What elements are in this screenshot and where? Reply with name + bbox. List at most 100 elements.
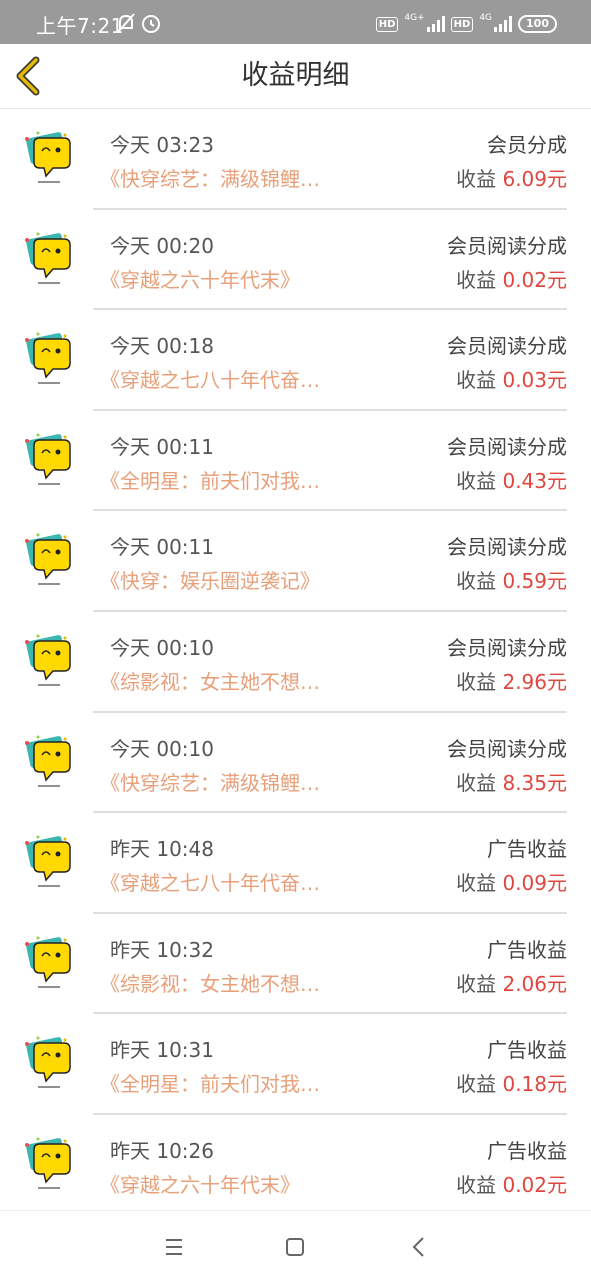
amount-value: 0.18元 bbox=[502, 1072, 567, 1097]
home-square-icon bbox=[286, 1238, 304, 1256]
menu-icon bbox=[166, 1239, 182, 1255]
earning-type: 会员阅读分成 bbox=[447, 334, 567, 359]
earning-type: 广告收益 bbox=[487, 1038, 567, 1063]
hd-badge-2: HD bbox=[450, 16, 474, 32]
yellow-speech-bubble-icon bbox=[25, 1137, 71, 1189]
earning-label: 收益 bbox=[456, 468, 497, 493]
avatar bbox=[20, 934, 76, 992]
earning-label: 收益 bbox=[456, 871, 497, 896]
earning-label: 收益 bbox=[456, 368, 497, 393]
earning-row[interactable]: 今天 00:20 会员阅读分成 《穿越之六十年代末》 收益 0.02元 bbox=[0, 210, 591, 311]
earning-row[interactable]: 昨天 10:48 广告收益 《穿越之七八十年代奋… 收益 0.09元 bbox=[0, 813, 591, 914]
earning-label: 收益 bbox=[456, 770, 497, 795]
status-right-icons: HD 4G+ HD 4G 100 bbox=[375, 12, 557, 36]
earning-amount: 收益 0.43元 bbox=[456, 465, 567, 494]
earning-label: 收益 bbox=[456, 971, 497, 996]
earning-time: 今天 00:10 bbox=[110, 635, 214, 660]
yellow-speech-bubble-icon bbox=[25, 735, 71, 787]
earning-type: 广告收益 bbox=[487, 1138, 567, 1163]
earning-amount: 收益 0.18元 bbox=[456, 1068, 567, 1097]
hd-badge: HD bbox=[375, 16, 399, 32]
earning-time: 昨天 10:26 bbox=[110, 1138, 214, 1163]
avatar bbox=[20, 330, 76, 388]
system-back-button[interactable] bbox=[403, 1231, 435, 1263]
book-title: 《综影视：女主她不想… bbox=[100, 669, 320, 694]
book-title: 《全明星：前夫们对我… bbox=[100, 1072, 320, 1097]
earning-label: 收益 bbox=[456, 1072, 497, 1097]
amount-value: 0.43元 bbox=[502, 468, 567, 493]
earning-label: 收益 bbox=[456, 1172, 497, 1197]
status-bar: 上午7:21 HD 4G+ HD 4G 100 bbox=[0, 0, 591, 44]
earning-type: 会员阅读分成 bbox=[447, 233, 567, 258]
book-title: 《穿越之六十年代末》 bbox=[100, 1172, 300, 1197]
earning-row[interactable]: 昨天 10:32 广告收益 《综影视：女主她不想… 收益 2.06元 bbox=[0, 914, 591, 1015]
earning-row[interactable]: 今天 00:18 会员阅读分成 《穿越之七八十年代奋… 收益 0.03元 bbox=[0, 310, 591, 411]
chevron-left-icon bbox=[16, 56, 40, 96]
yellow-speech-bubble-icon bbox=[25, 634, 71, 686]
earning-amount: 收益 0.02元 bbox=[456, 264, 567, 293]
earning-type: 会员分成 bbox=[487, 133, 567, 157]
system-nav-bar bbox=[0, 1210, 591, 1281]
avatar bbox=[20, 1034, 76, 1092]
earning-time: 今天 00:20 bbox=[110, 233, 214, 258]
earning-row[interactable]: 今天 00:10 会员阅读分成 《快穿综艺：满级锦鲤… 收益 8.35元 bbox=[0, 713, 591, 814]
earning-label: 收益 bbox=[456, 267, 497, 292]
yellow-speech-bubble-icon bbox=[25, 533, 71, 585]
earning-label: 收益 bbox=[456, 167, 497, 191]
avatar bbox=[20, 531, 76, 589]
amount-value: 2.96元 bbox=[502, 669, 567, 694]
avatar bbox=[20, 833, 76, 891]
amount-value: 0.02元 bbox=[502, 267, 567, 292]
yellow-speech-bubble-icon bbox=[25, 835, 71, 887]
header: 收益明细 bbox=[0, 44, 591, 109]
back-button[interactable] bbox=[10, 54, 54, 98]
yellow-speech-bubble-icon bbox=[25, 332, 71, 384]
amount-value: 6.09元 bbox=[502, 167, 567, 191]
back-arrow-icon bbox=[412, 1237, 424, 1257]
earning-amount: 收益 8.35元 bbox=[456, 767, 567, 796]
earning-time: 昨天 10:32 bbox=[110, 937, 214, 962]
network-type: 4G+ bbox=[404, 13, 425, 23]
book-title: 《穿越之七八十年代奋… bbox=[100, 871, 320, 896]
earning-type: 广告收益 bbox=[487, 937, 567, 962]
avatar bbox=[20, 129, 76, 187]
avatar bbox=[20, 431, 76, 489]
avatar bbox=[20, 733, 76, 791]
yellow-speech-bubble-icon bbox=[25, 131, 71, 183]
earning-row[interactable]: 今天 00:10 会员阅读分成 《综影视：女主她不想… 收益 2.96元 bbox=[0, 612, 591, 713]
earning-amount: 收益 2.96元 bbox=[456, 666, 567, 695]
avatar bbox=[20, 1135, 76, 1193]
earning-type: 会员阅读分成 bbox=[447, 434, 567, 459]
earning-time: 今天 03:23 bbox=[110, 133, 214, 157]
signal-icon-2 bbox=[494, 16, 513, 32]
page-title: 收益明细 bbox=[241, 60, 350, 91]
earning-row[interactable]: 今天 00:11 会员阅读分成 《快穿：娱乐圈逆袭记》 收益 0.59元 bbox=[0, 511, 591, 612]
earning-amount: 收益 0.02元 bbox=[456, 1169, 567, 1198]
amount-value: 2.06元 bbox=[502, 971, 567, 996]
book-title: 《穿越之七八十年代奋… bbox=[100, 368, 320, 393]
earning-row[interactable]: 今天 03:23 会员分成 《快穿综艺：满级锦鲤… 收益 6.09元 bbox=[0, 109, 591, 210]
yellow-speech-bubble-icon bbox=[25, 936, 71, 988]
status-notification-icons bbox=[116, 12, 162, 38]
earning-amount: 收益 0.09元 bbox=[456, 867, 567, 896]
earning-type: 会员阅读分成 bbox=[447, 635, 567, 660]
avatar bbox=[20, 230, 76, 288]
amount-value: 0.59元 bbox=[502, 569, 567, 594]
network-type-2: 4G bbox=[479, 13, 493, 23]
amount-value: 0.09元 bbox=[502, 871, 567, 896]
earning-row[interactable]: 昨天 10:31 广告收益 《全明星：前夫们对我… 收益 0.18元 bbox=[0, 1014, 591, 1115]
book-title: 《综影视：女主她不想… bbox=[100, 971, 320, 996]
signal-icon bbox=[426, 16, 445, 32]
earning-amount: 收益 0.03元 bbox=[456, 364, 567, 393]
home-button[interactable] bbox=[279, 1231, 311, 1263]
menu-button[interactable] bbox=[158, 1231, 190, 1263]
yellow-speech-bubble-icon bbox=[25, 232, 71, 284]
earning-type: 广告收益 bbox=[487, 837, 567, 862]
earning-amount: 收益 2.06元 bbox=[456, 968, 567, 997]
earning-time: 昨天 10:31 bbox=[110, 1038, 214, 1063]
earning-time: 昨天 10:48 bbox=[110, 837, 214, 862]
yellow-speech-bubble-icon bbox=[25, 433, 71, 485]
earning-row[interactable]: 今天 00:11 会员阅读分成 《全明星：前夫们对我… 收益 0.43元 bbox=[0, 411, 591, 512]
earning-row[interactable]: 昨天 10:26 广告收益 《穿越之六十年代末》 收益 0.02元 bbox=[0, 1115, 591, 1216]
status-time: 上午7:21 bbox=[36, 14, 124, 38]
